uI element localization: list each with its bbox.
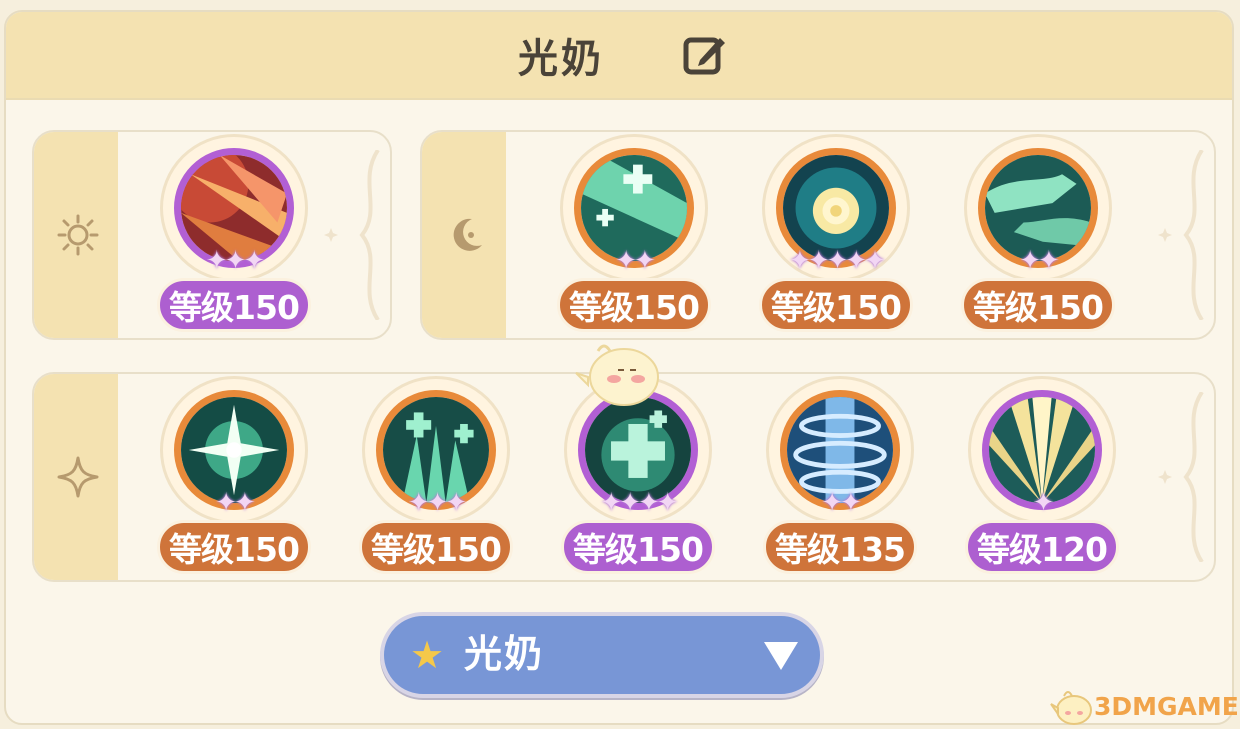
star-icon: ★ — [410, 633, 445, 677]
skill-slot[interactable]: ✦✦ 等级135 — [760, 376, 920, 576]
skill-stars: ✦✦✦ — [205, 246, 265, 276]
ornament-decoration — [1183, 150, 1204, 320]
level-badge: 等级120 — [965, 520, 1119, 574]
group-strip — [422, 132, 506, 338]
level-badge: 等级135 — [763, 520, 917, 574]
level-badge: 等级150 — [961, 278, 1115, 332]
level-badge: 等级150 — [157, 520, 311, 574]
skill-stars: ✦✦ — [215, 488, 256, 518]
skill-slot[interactable]: ✦✦✦✦✦ 等级150 — [756, 134, 916, 334]
watermark-text: 3DMGAME — [1094, 692, 1239, 721]
page-title: 光奶 — [6, 26, 1232, 84]
skill-slot[interactable]: ✦✦ 等级150 — [958, 134, 1118, 334]
header-bar: 光奶 — [6, 12, 1232, 100]
skill-stars: ✦ — [1032, 488, 1055, 518]
selector-label: 光奶 — [464, 632, 545, 676]
group-strip — [34, 132, 118, 338]
ornament-decoration — [359, 150, 380, 320]
watermark: 3DMGAME — [1050, 684, 1239, 728]
sparkle-icon — [57, 456, 99, 498]
watermark-mascot-icon — [1050, 691, 1092, 725]
skill-slot[interactable]: ✦ 等级120 — [962, 376, 1122, 576]
sun-icon — [57, 214, 99, 256]
skill-slot[interactable]: ✦✦✦ 等级150 — [154, 134, 314, 334]
group-sun: ✦✦✦ 等级150 — [32, 130, 392, 340]
loadout-panel: 光奶 ✦✦✦ 等级150 ✦✦ 等级150 ✦✦✦✦✦ 等级150 ✦✦ 等级1… — [4, 10, 1234, 725]
level-badge: 等级150 — [561, 520, 715, 574]
mascot-icon — [575, 344, 659, 406]
edit-icon[interactable] — [682, 32, 728, 78]
skill-stars: ✦✦ — [821, 488, 862, 518]
diamond-decoration — [1158, 470, 1172, 484]
skill-stars: ✦✦✦✦✦ — [789, 246, 886, 276]
team-selector-dropdown[interactable]: ★ 光奶 — [380, 612, 824, 698]
title-text: 光奶 — [518, 36, 604, 82]
group-moon: ✦✦ 等级150 ✦✦✦✦✦ 等级150 ✦✦ 等级150 — [420, 130, 1216, 340]
ornament-decoration — [1183, 392, 1204, 562]
skill-slot[interactable]: ✦✦✦ 等级150 — [356, 376, 516, 576]
skill-slot[interactable]: ✦✦ 等级150 — [554, 134, 714, 334]
level-badge: 等级150 — [759, 278, 913, 332]
level-badge: 等级150 — [359, 520, 513, 574]
moon-icon — [453, 218, 482, 251]
skill-stars: ✦✦✦✦ — [600, 488, 678, 518]
skill-stars: ✦✦✦ — [407, 488, 467, 518]
skill-stars: ✦✦ — [615, 246, 656, 276]
diamond-decoration — [324, 228, 338, 242]
skill-stars: ✦✦ — [1019, 246, 1060, 276]
level-badge: 等级150 — [557, 278, 711, 332]
level-badge: 等级150 — [157, 278, 311, 332]
group-strip — [34, 374, 118, 580]
diamond-decoration — [1158, 228, 1172, 242]
skill-slot[interactable]: ✦✦ 等级150 — [154, 376, 314, 576]
dropdown-arrow-icon[interactable] — [764, 642, 798, 670]
